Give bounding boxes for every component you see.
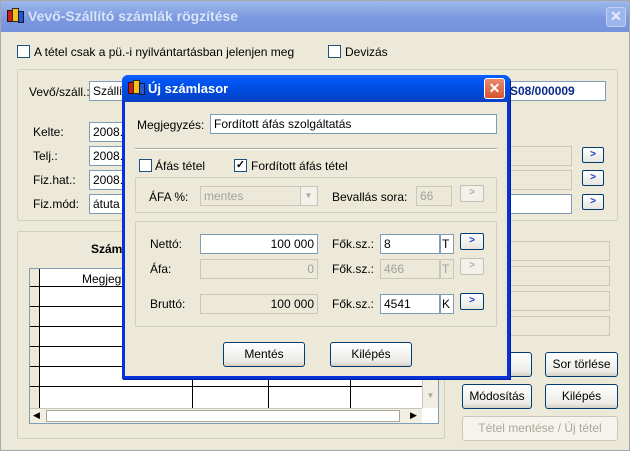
afa-fok-field: 466	[380, 259, 440, 279]
dialog-close-icon[interactable]: ✕	[484, 78, 505, 99]
dialog-app-icon	[128, 80, 146, 96]
forditott-afas-label: Fordított áfás tétel	[251, 159, 348, 173]
brutto-fok-lookup-button[interactable]: >	[460, 293, 484, 310]
doc-number-field: S08/000009	[506, 81, 606, 101]
right-field-2	[506, 170, 572, 190]
dialog-kilepes-button[interactable]: Kilépés	[330, 342, 412, 367]
right-lookup-button-3[interactable]: >	[582, 194, 604, 210]
afas-tetel-label: Áfás tétel	[155, 159, 206, 173]
bevallas-lookup-button[interactable]: >	[460, 185, 484, 202]
main-title-bar[interactable]: Vevő-Szállító számlák rögzítése ✕	[1, 1, 629, 32]
bevallas-label: Bevallás sora:	[332, 190, 408, 204]
scroll-thumb[interactable]	[46, 410, 400, 422]
devizas-label: Devizás	[345, 45, 388, 59]
lines-group-title: Szám	[91, 242, 123, 256]
netto-input[interactable]: 100 000	[200, 234, 318, 254]
afa-fok-flag: T	[440, 259, 454, 279]
netto-fok-flag: T	[440, 234, 454, 254]
grid-header-megjegyzes[interactable]: Megjeg	[82, 272, 121, 286]
summary-field-4	[506, 316, 610, 336]
netto-fok-label: Fők.sz.:	[332, 237, 375, 251]
right-field-3[interactable]	[506, 194, 572, 214]
tetel-mentese-button[interactable]: Tétel mentése / Új tétel	[462, 416, 618, 441]
afas-tetel-checkbox[interactable]	[139, 159, 152, 172]
mentes-button[interactable]: Mentés	[223, 342, 305, 367]
scroll-right-icon[interactable]: ▶	[410, 410, 417, 421]
afa-label: Áfa:	[150, 262, 172, 276]
forditott-afas-checkbox[interactable]: ✓	[234, 159, 247, 172]
netto-fok-lookup-button[interactable]: >	[460, 233, 484, 250]
main-kilepes-button[interactable]: Kilépés	[545, 384, 618, 409]
pu-only-label: A tétel csak a pü.-i nyilvántartásban je…	[34, 45, 295, 59]
pu-only-checkbox[interactable]	[17, 45, 30, 58]
main-close-icon[interactable]: ✕	[606, 7, 626, 27]
brutto-fok-input[interactable]: 4541	[380, 294, 440, 314]
summary-field-2	[506, 266, 610, 286]
afa-pct-label: ÁFA %:	[149, 190, 189, 204]
afa-fok-lookup-button[interactable]: >	[460, 258, 484, 275]
chevron-down-icon[interactable]: ▼	[300, 187, 316, 205]
separator-1	[135, 148, 497, 150]
dialog-title-bar[interactable]: Új számlasor ✕	[122, 75, 510, 102]
scroll-down-icon[interactable]: ▼	[425, 391, 436, 405]
brutto-label: Bruttó:	[150, 297, 186, 311]
modositas-button[interactable]: Módosítás	[462, 384, 532, 409]
dialog-title: Új számlasor	[148, 81, 229, 96]
netto-fok-input[interactable]: 8	[380, 234, 440, 254]
sor-torlese-button[interactable]: Sor törlése	[545, 352, 618, 377]
megjegyzes-label: Megjegyzés:	[137, 118, 205, 132]
right-lookup-button-2[interactable]: >	[582, 170, 604, 186]
fizhat-label: Fiz.hat.:	[33, 173, 76, 187]
fizmod-label: Fiz.mód:	[33, 197, 80, 211]
netto-label: Nettó:	[150, 237, 183, 251]
megjegyzes-input[interactable]: Fordított áfás szolgáltatás	[210, 114, 497, 134]
kelte-label: Kelte:	[33, 125, 64, 139]
vevo-label: Vevő/száll.:	[29, 85, 90, 99]
grid-horizontal-scrollbar[interactable]: ◀ ▶	[30, 408, 422, 423]
devizas-checkbox[interactable]	[328, 45, 341, 58]
brutto-field: 100 000	[200, 294, 318, 314]
grid-row-indicator	[30, 269, 40, 408]
brutto-fok-flag: K	[440, 294, 454, 314]
main-window-title: Vevő-Szállító számlák rögzítése	[28, 8, 239, 24]
afa-fok-label: Fők.sz.:	[332, 262, 375, 276]
scroll-left-icon[interactable]: ◀	[33, 410, 40, 421]
telj-label: Telj.:	[33, 149, 58, 163]
right-lookup-button-1[interactable]: >	[582, 147, 604, 163]
right-field-1	[506, 146, 572, 166]
summary-field-3	[506, 291, 610, 311]
brutto-fok-label: Fők.sz.:	[332, 297, 375, 311]
bevallas-field: 66	[416, 186, 452, 206]
afa-amount-field: 0	[200, 259, 318, 279]
app-icon	[7, 8, 25, 24]
uj-szamlasor-dialog: Új számlasor ✕ Megjegyzés: Fordított áfá…	[122, 75, 510, 379]
summary-field-1	[506, 241, 610, 261]
